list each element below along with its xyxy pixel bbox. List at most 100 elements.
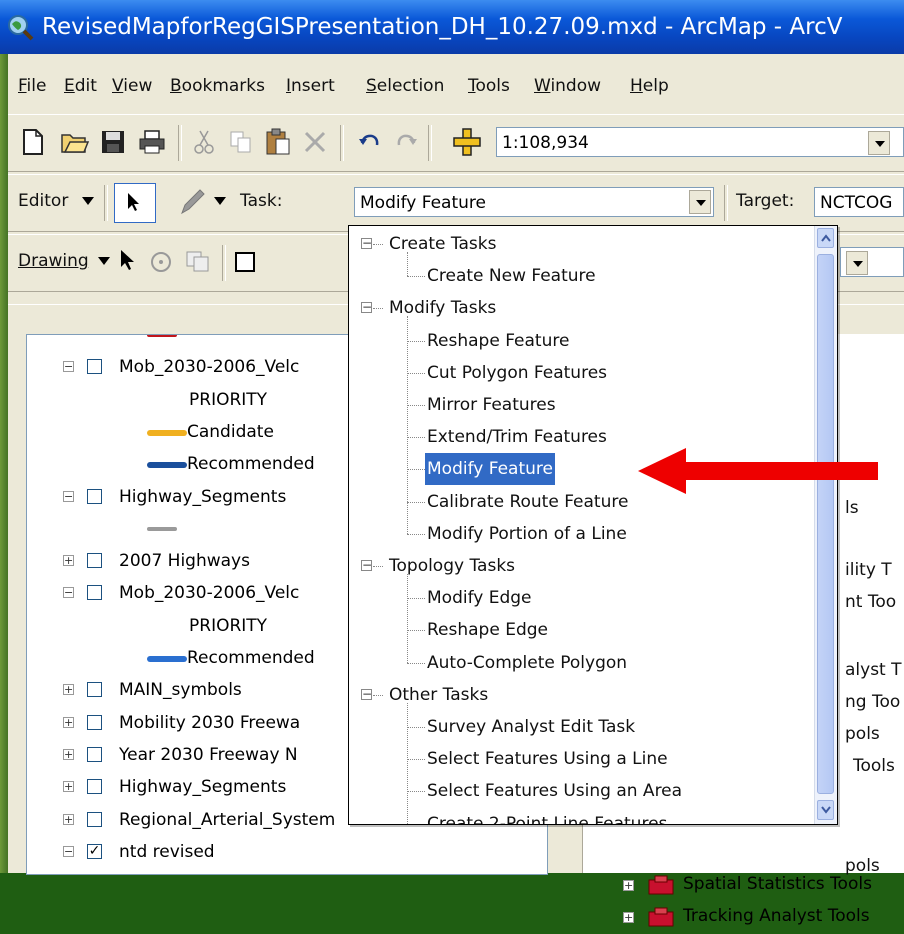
copy-icon[interactable] — [228, 129, 254, 155]
select-elements-arrow-icon[interactable] — [120, 249, 136, 271]
add-data-icon[interactable] — [452, 127, 482, 157]
expand-icon[interactable]: + — [63, 555, 74, 567]
menu-edit[interactable]: Edit — [64, 76, 97, 96]
layer-visibility-checkbox[interactable] — [87, 714, 102, 730]
layer-visibility-checkbox[interactable]: ✓ — [87, 843, 102, 859]
task-option[interactable]: Create 2-Point Line Features — [427, 808, 667, 824]
undo-icon[interactable] — [358, 131, 382, 153]
layer-name[interactable]: Highway_Segments — [119, 487, 286, 507]
menu-selection[interactable]: Selection — [366, 76, 444, 96]
toolbox-item-label[interactable]: alyst T — [845, 660, 902, 680]
redo-icon[interactable] — [394, 131, 418, 153]
rectangle-tool-icon[interactable] — [234, 251, 256, 273]
title-bar[interactable]: RevisedMapforRegGISPresentation_DH_10.27… — [0, 0, 904, 54]
chevron-down-icon[interactable] — [214, 197, 226, 205]
collapse-icon[interactable]: − — [361, 237, 372, 249]
task-option[interactable]: Select Features Using an Area — [427, 775, 682, 807]
layer-name[interactable]: Mob_2030-2006_Velc — [119, 357, 299, 377]
map-scale-combo[interactable]: 1:108,934 — [496, 127, 904, 157]
font-size-dropdown-button[interactable] — [846, 251, 868, 275]
toolbox-item-label[interactable]: nt Too — [845, 592, 896, 612]
layer-visibility-checkbox[interactable] — [87, 553, 102, 569]
toolbox-item-label[interactable]: Tools — [853, 756, 895, 776]
task-option[interactable]: Auto-Complete Polygon — [427, 647, 627, 679]
toolbox-item[interactable]: + Tracking Analyst Tools — [613, 904, 903, 934]
task-option[interactable]: Create New Feature — [427, 260, 596, 292]
collapse-icon[interactable]: − — [63, 845, 74, 857]
scroll-up-button[interactable] — [817, 228, 834, 248]
expand-icon[interactable]: + — [63, 716, 74, 728]
expand-icon[interactable]: + — [63, 813, 74, 825]
chevron-down-icon[interactable] — [98, 257, 110, 265]
layer-name[interactable]: Mob_2030-2006_Velc — [119, 583, 299, 603]
layer-visibility-checkbox[interactable] — [87, 682, 102, 698]
layer-name[interactable]: MAIN_symbols — [119, 680, 242, 700]
chevron-down-icon[interactable] — [82, 197, 94, 205]
new-document-icon[interactable] — [22, 129, 44, 155]
paste-icon[interactable] — [264, 127, 292, 157]
layer-name[interactable]: Year 2030 Freeway N — [119, 745, 298, 765]
save-icon[interactable] — [100, 129, 126, 155]
layer-visibility-checkbox[interactable] — [87, 811, 102, 827]
expand-icon[interactable]: + — [63, 684, 74, 696]
task-option[interactable]: Cut Polygon Features — [427, 357, 607, 389]
collapse-icon[interactable]: − — [63, 587, 74, 599]
task-option[interactable]: Select Features Using a Line — [427, 743, 668, 775]
expand-icon[interactable]: + — [623, 880, 634, 891]
task-combo[interactable]: Modify Feature — [354, 187, 714, 217]
toolbox-item-label[interactable]: ls — [845, 498, 859, 518]
task-option[interactable]: Calibrate Route Feature — [427, 486, 628, 518]
menu-tools[interactable]: Tools — [468, 76, 510, 96]
layer-visibility-checkbox[interactable] — [87, 585, 102, 601]
layer-name[interactable]: Mobility 2030 Freewa — [119, 713, 300, 733]
target-combo[interactable]: NCTCOG — [814, 187, 904, 217]
sketch-pencil-icon[interactable] — [178, 187, 206, 217]
print-icon[interactable] — [138, 129, 166, 155]
menu-file[interactable]: File — [18, 76, 46, 96]
edit-tool-button[interactable] — [114, 183, 156, 223]
task-option[interactable]: Reshape Edge — [427, 614, 548, 646]
menu-bookmarks[interactable]: Bookmarks — [170, 76, 265, 96]
toolbox-item[interactable]: + Spatial Statistics Tools — [613, 872, 903, 902]
scroll-down-button[interactable] — [817, 800, 834, 820]
editor-menu-label[interactable]: Editor — [18, 191, 68, 211]
menu-help[interactable]: Help — [630, 76, 669, 96]
delete-icon[interactable] — [302, 129, 328, 155]
task-dropdown-button[interactable] — [689, 190, 711, 214]
layer-name[interactable]: ntd revised — [119, 842, 215, 862]
toolbox-item-label[interactable]: ng Too — [845, 692, 900, 712]
collapse-icon[interactable]: − — [361, 301, 372, 314]
task-option[interactable]: Extend/Trim Features — [427, 421, 607, 453]
open-folder-icon[interactable] — [60, 129, 90, 155]
toolbox-item-label[interactable]: ility T — [845, 560, 892, 580]
task-option[interactable]: Mirror Features — [427, 389, 556, 421]
task-option[interactable]: Survey Analyst Edit Task — [427, 711, 635, 743]
task-option[interactable]: Reshape Feature — [427, 325, 569, 357]
task-dropdown-list[interactable]: − Create Tasks Create New Feature − Modify T… — [348, 225, 838, 825]
task-option[interactable]: Modify Edge — [427, 582, 532, 614]
map-scale-dropdown-button[interactable] — [868, 131, 890, 155]
drawing-menu-label[interactable]: Drawing — [18, 251, 89, 271]
layer-visibility-checkbox[interactable] — [87, 359, 102, 375]
expand-icon[interactable]: + — [63, 781, 74, 793]
collapse-icon[interactable]: − — [63, 490, 74, 502]
layer-name[interactable]: Regional_Arterial_System — [119, 810, 335, 830]
collapse-icon[interactable]: − — [63, 361, 74, 373]
collapse-icon[interactable]: − — [361, 559, 372, 571]
cut-icon[interactable] — [192, 129, 216, 155]
layer-visibility-checkbox[interactable] — [87, 746, 102, 762]
task-option[interactable]: Modify Feature — [425, 453, 555, 486]
zoom-whole-page-icon[interactable] — [184, 247, 212, 275]
menu-insert[interactable]: Insert — [286, 76, 335, 96]
scroll-thumb[interactable] — [817, 254, 834, 794]
expand-icon[interactable]: + — [623, 912, 634, 923]
expand-icon[interactable]: + — [63, 748, 74, 760]
layer-visibility-checkbox[interactable] — [87, 779, 102, 795]
toc-layer-row[interactable]: − ✓ ntd revised — [27, 838, 547, 868]
rotate-icon[interactable] — [148, 249, 174, 275]
collapse-icon[interactable]: − — [361, 688, 372, 700]
toolbox-item-label[interactable]: pols — [845, 724, 880, 744]
layer-name[interactable]: 2007 Highways — [119, 551, 250, 571]
menu-view[interactable]: View — [112, 76, 152, 96]
task-option[interactable]: Modify Portion of a Line — [427, 518, 627, 550]
